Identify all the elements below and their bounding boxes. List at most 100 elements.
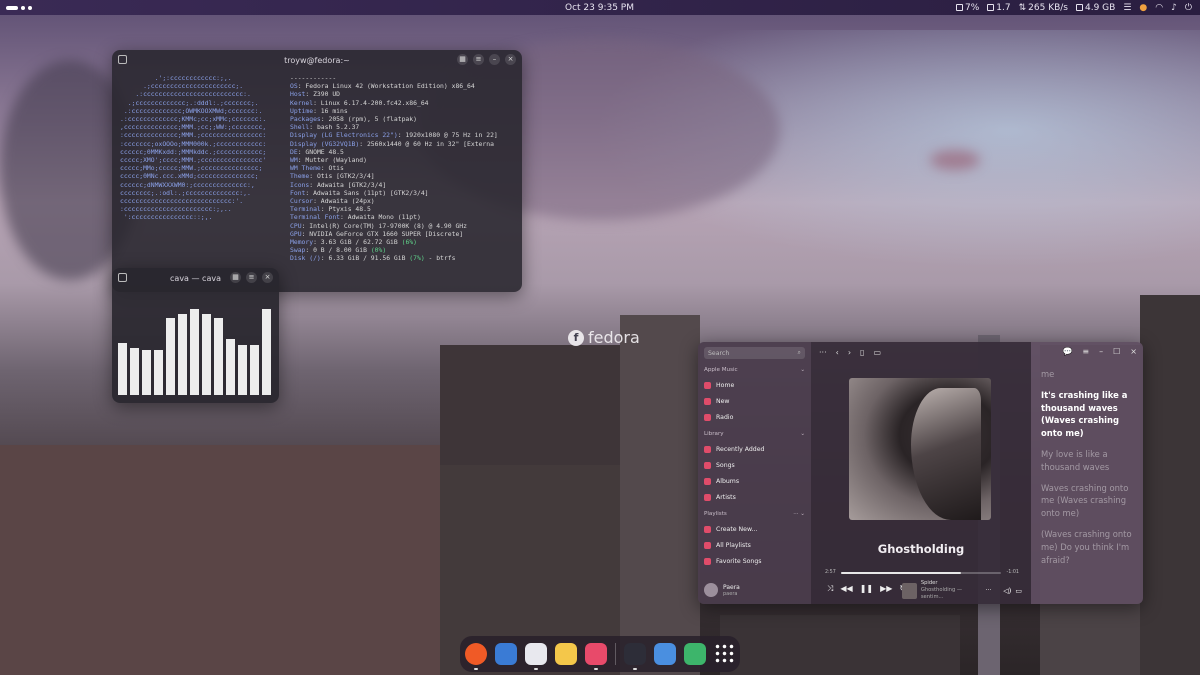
terminal-window[interactable]: troyw@fedora:~ ▦ ≡ – × .';:cccccccccccc:… (112, 50, 522, 292)
extensions-icon[interactable] (653, 643, 676, 665)
sidebar-item-radio[interactable]: Radio (704, 409, 805, 425)
info-key: Terminal Font (290, 213, 341, 222)
info-line: Host: Z390 UD (290, 90, 514, 98)
lyrics-toggle-icon[interactable]: 💬 (1062, 346, 1072, 359)
info-key: Font (290, 188, 306, 197)
workspace-indicator[interactable] (0, 5, 40, 10)
sidebar-item-new[interactable]: New (704, 393, 805, 409)
previous-icon[interactable]: ◀◀ (840, 584, 852, 594)
system-tray[interactable]: 7% 1.7 ⇅ 265 KB/s 4.9 GB ☰ ● ◠ ♪ ⏻ (956, 3, 1192, 13)
info-key: Theme (290, 172, 310, 181)
terminal-icon[interactable] (623, 643, 646, 670)
menu-icon[interactable]: ☰ (1123, 3, 1131, 13)
lyric-line[interactable]: Waves crashing onto me (Waves crashing o… (1041, 482, 1133, 520)
info-line: Font: Adwaita Sans (11pt) [GTK2/3/4] (290, 189, 514, 197)
microphone-icon[interactable]: ● (1139, 3, 1147, 13)
cpu-indicator[interactable]: 7% (956, 3, 979, 13)
clock[interactable]: Oct 23 9:35 PM (565, 3, 634, 13)
text-editor-icon[interactable] (554, 643, 577, 665)
music-toolbar: ··· ‹ › ▯ ▭ (811, 342, 1031, 362)
section-playlists[interactable]: Playlists ··· ⌄ (704, 511, 805, 517)
section-library[interactable]: Library ⌄ (704, 431, 805, 437)
mini-player[interactable]: Spider Ghostholding — sentim... ··· ◁) ▭ (902, 580, 1022, 601)
files-icon[interactable] (494, 643, 517, 665)
forward-icon[interactable]: › (848, 348, 851, 357)
sidebar-item-recently-added[interactable]: Recently Added (704, 441, 805, 457)
queue-icon[interactable]: ≡ (1082, 346, 1089, 359)
cava-window[interactable]: cava — cava ▦ ≡ × (112, 268, 279, 403)
lyric-line[interactable]: (Waves crashing onto me) Do you think I'… (1041, 528, 1133, 566)
menu-button[interactable]: ≡ (473, 54, 484, 65)
trash-icon[interactable] (683, 643, 706, 665)
sidebar-item-all-playlists[interactable]: All Playlists (704, 537, 805, 553)
music-window[interactable]: Search ⌕ Apple Music ⌄ Home New Radio Libra… (698, 342, 1143, 604)
lyric-line[interactable]: me (1041, 368, 1133, 381)
software-icon[interactable] (524, 643, 547, 670)
sidebar-item-create-new[interactable]: Create New... (704, 521, 805, 537)
close-button[interactable]: × (262, 272, 273, 283)
new-tab-icon[interactable] (118, 273, 127, 282)
app-grid-icon[interactable] (713, 643, 736, 665)
volume-icon[interactable]: ◁) (1003, 587, 1011, 595)
sidebar-item-artists[interactable]: Artists (704, 489, 805, 505)
sidebar-toggle-icon[interactable]: ▯ (860, 348, 864, 357)
wifi-icon[interactable]: ◠ (1155, 3, 1163, 13)
terminal-output[interactable]: .';:cccccccccccc:;,. .;ccccccccccccccccc… (112, 70, 522, 267)
workspace-dot[interactable] (21, 5, 25, 10)
chevron-down-icon[interactable]: ⌄ (800, 431, 805, 437)
tab-overview-button[interactable]: ▦ (457, 54, 468, 65)
tab-overview-button[interactable]: ▦ (230, 272, 241, 283)
music-icon[interactable] (584, 643, 607, 670)
sidebar-item-home[interactable]: Home (704, 377, 805, 393)
minimize-button[interactable]: – (1099, 346, 1103, 359)
more-options-icon[interactable]: ··· (819, 348, 827, 357)
info-line: OS: Fedora Linux 42 (Workstation Edition… (290, 82, 514, 90)
close-button[interactable]: × (1130, 346, 1137, 359)
sidebar-item-label: Artists (716, 493, 736, 501)
terminal-titlebar[interactable]: troyw@fedora:~ ▦ ≡ – × (112, 50, 522, 70)
info-line: Display (VG32VQ1B): 2560x1440 @ 60 Hz in… (290, 140, 514, 148)
power-icon[interactable]: ⏻ (1185, 3, 1192, 13)
lyric-line-active[interactable]: It's crashing like a thousand waves (Wav… (1041, 389, 1133, 440)
firefox-icon[interactable] (464, 643, 487, 670)
info-key: Packages (290, 115, 321, 124)
airplay-icon[interactable]: ▭ (1015, 587, 1022, 595)
network-indicator[interactable]: ⇅ 265 KB/s (1019, 3, 1068, 13)
pause-icon[interactable]: ❚❚ (860, 584, 873, 594)
memory-indicator[interactable]: 4.9 GB (1076, 3, 1115, 13)
now-playing-panel: ··· ‹ › ▯ ▭ Ghostholding 2:57 -1:01 ⤨ ◀◀… (811, 342, 1031, 604)
miniplayer-icon[interactable]: ▭ (873, 348, 881, 357)
section-apple-music[interactable]: Apple Music ⌄ (704, 367, 805, 373)
new-tab-icon[interactable] (118, 55, 127, 64)
minimize-button[interactable]: – (489, 54, 500, 65)
separator: ------------ (290, 74, 337, 82)
workspace-dot[interactable] (28, 5, 32, 10)
visualizer-bar (190, 308, 199, 395)
workspace-dot-active[interactable] (6, 5, 18, 10)
close-button[interactable]: × (505, 54, 516, 65)
menu-button[interactable]: ≡ (246, 272, 257, 283)
chevron-down-icon[interactable]: ⌄ (800, 367, 805, 373)
info-line: Display (LG Electronics 22"): 1920x1080 … (290, 131, 514, 139)
progress-row: 2:57 -1:01 (825, 570, 1019, 575)
more-icon[interactable]: ··· (986, 587, 992, 594)
progress-slider[interactable] (840, 571, 1002, 574)
back-icon[interactable]: ‹ (836, 348, 839, 357)
info-percent: (6%) (401, 238, 417, 247)
cava-titlebar[interactable]: cava — cava ▦ ≡ × (112, 268, 279, 288)
sidebar-item-songs[interactable]: Songs (704, 457, 805, 473)
user-account[interactable]: Paera paera (704, 583, 740, 597)
load-indicator[interactable]: 1.7 (987, 3, 1011, 13)
window-controls: 💬 ≡ – ☐ × (1062, 346, 1137, 359)
lyric-line[interactable]: My love is like a thousand waves (1041, 448, 1133, 474)
sidebar-item-albums[interactable]: Albums (704, 473, 805, 489)
info-key: WM Theme (290, 164, 321, 173)
search-input[interactable]: Search ⌕ (704, 347, 805, 359)
volume-icon[interactable]: ♪ (1171, 3, 1177, 13)
next-icon[interactable]: ▶▶ (880, 584, 892, 594)
shuffle-icon[interactable]: ⤨ (827, 584, 833, 594)
more-icon[interactable]: ··· ⌄ (793, 511, 805, 517)
maximize-button[interactable]: ☐ (1113, 346, 1120, 359)
info-key: Memory (290, 238, 314, 247)
sidebar-item-favorite-songs[interactable]: Favorite Songs (704, 553, 805, 569)
